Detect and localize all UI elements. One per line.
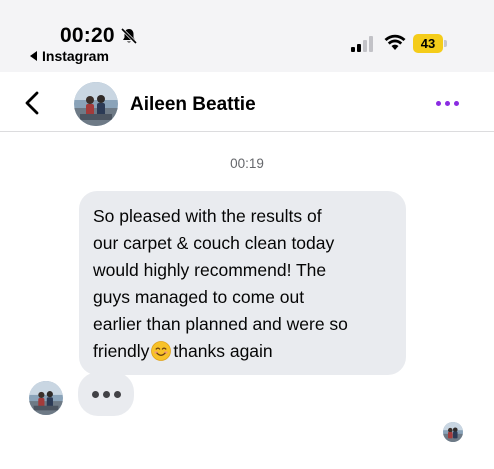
contact-avatar[interactable] [74,82,118,126]
conversation-header: Aileen Beattie [0,72,494,132]
message-line-last: friendly thanks again [93,338,392,365]
message-line: guys managed to come out [93,287,305,307]
battery-icon: 43 [413,34,447,53]
message-fragment: friendly [93,341,150,361]
bell-slash-icon [120,27,138,45]
typing-dots-icon [78,372,134,416]
contact-name[interactable]: Aileen Beattie [130,94,256,116]
status-time: 00:20 [60,24,115,47]
smiling-face-emoji [151,341,172,361]
message-line: would highly recommend! The [93,260,327,280]
message-line: our carpet & couch clean today [93,233,335,253]
back-triangle-icon [30,51,37,61]
message-line: So pleased with the results of [93,206,322,226]
back-to-app-link[interactable]: Instagram [30,48,109,64]
message-line: earlier than planned and were so [93,314,348,334]
chevron-left-icon[interactable] [22,90,42,116]
contact-avatar-small[interactable] [29,381,63,415]
battery-level: 43 [413,34,443,53]
read-receipt-avatar [443,422,463,442]
message-timestamp: 00:19 [230,156,264,171]
wifi-icon [384,34,406,50]
message-fragment: thanks again [173,341,273,361]
cellular-signal-icon [351,36,373,52]
back-app-label: Instagram [42,48,109,64]
message-bubble[interactable]: So pleased with the results of our carpe… [79,191,406,375]
more-dots-icon[interactable] [436,98,464,108]
status-bar: 00:20 Instagram 43 [0,0,494,72]
